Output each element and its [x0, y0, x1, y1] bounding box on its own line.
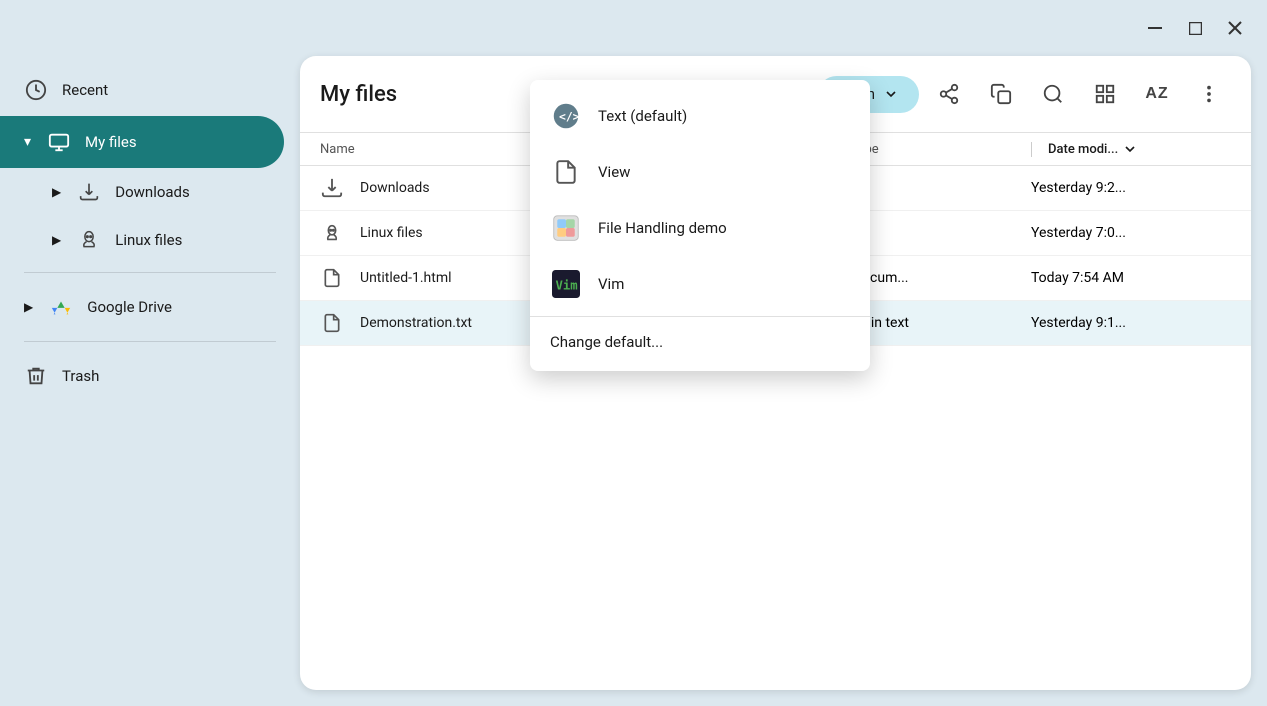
col-modified-label: Date modi... — [1031, 142, 1118, 157]
sidebar-divider-2 — [24, 341, 276, 342]
file-modified-downloads: Yesterday 9:2... — [1031, 180, 1231, 196]
dropdown-item-vim[interactable]: Vim Vim — [530, 256, 870, 312]
vim-icon: Vim — [550, 268, 582, 300]
sidebar-item-trash[interactable]: Trash — [0, 350, 284, 402]
file-modified-untitled: Today 7:54 AM — [1031, 270, 1231, 286]
sidebar-item-trash-label: Trash — [62, 367, 99, 385]
col-name-label: Name — [320, 142, 355, 157]
sidebar-item-my-files-label: My files — [85, 133, 137, 151]
linux-folder-icon — [320, 221, 344, 245]
change-default-label: Change default... — [550, 333, 663, 351]
minimize-button[interactable] — [1139, 12, 1171, 44]
app-icon — [550, 212, 582, 244]
dropdown-item-view[interactable]: View — [530, 144, 870, 200]
clock-icon — [24, 78, 48, 102]
svg-text:</>: </> — [559, 109, 580, 123]
file-name-downloads: Downloads — [360, 180, 430, 196]
sidebar-item-downloads-label: Downloads — [115, 183, 190, 201]
page-title: My files — [320, 82, 397, 107]
file-modified-linux: Yesterday 7:0... — [1031, 225, 1231, 241]
computer-icon — [47, 130, 71, 154]
dropdown-item-text-default-label: Text (default) — [598, 107, 687, 125]
search-button[interactable] — [1031, 72, 1075, 116]
chevron-down-icon: ▾ — [24, 134, 31, 150]
svg-text:Vim: Vim — [556, 278, 578, 292]
trash-icon — [24, 364, 48, 388]
dropdown-item-file-handling-label: File Handling demo — [598, 219, 727, 237]
dropdown-divider — [530, 316, 870, 317]
copy-button[interactable] — [979, 72, 1023, 116]
sidebar-divider-1 — [24, 272, 276, 273]
title-bar — [0, 0, 1267, 56]
sidebar-item-my-files[interactable]: ▾ My files — [0, 116, 284, 168]
html-file-icon — [320, 266, 344, 290]
chevron-right-icon: ▶ — [52, 185, 61, 199]
dropdown-item-text-default[interactable]: </> Text (default) — [530, 88, 870, 144]
open-dropdown-menu: </> Text (default) View File Handling de… — [530, 80, 870, 371]
chevron-right-icon2: ▶ — [52, 233, 61, 247]
sidebar-item-recent[interactable]: Recent — [0, 64, 284, 116]
col-header-modified[interactable]: Date modi... — [1031, 141, 1231, 157]
file-name-untitled: Untitled-1.html — [360, 270, 452, 286]
linux-icon — [77, 228, 101, 252]
txt-file-icon — [320, 311, 344, 335]
more-button[interactable] — [1187, 72, 1231, 116]
grid-button[interactable] — [1083, 72, 1127, 116]
file-type-untitled: ...ocum... — [851, 270, 1031, 286]
maximize-button[interactable] — [1179, 12, 1211, 44]
share-button[interactable] — [927, 72, 971, 116]
sidebar-item-downloads[interactable]: ▶ Downloads — [0, 168, 284, 216]
download-icon — [77, 180, 101, 204]
file-name-demonstration: Demonstration.txt — [360, 315, 472, 331]
chevron-right-icon3: ▶ — [24, 300, 33, 314]
sidebar: Recent ▾ My files ▶ Downl — [0, 56, 300, 706]
download-folder-icon — [320, 176, 344, 200]
dropdown-item-vim-label: Vim — [598, 275, 624, 293]
sidebar-item-drive-label: Google Drive — [87, 298, 172, 316]
file-name-linux: Linux files — [360, 225, 423, 241]
doc-icon — [550, 156, 582, 188]
close-button[interactable] — [1219, 12, 1251, 44]
col-header-type[interactable]: Type — [851, 142, 1031, 157]
change-default-option[interactable]: Change default... — [530, 321, 870, 363]
drive-icon — [49, 295, 73, 319]
dropdown-item-file-handling[interactable]: File Handling demo — [530, 200, 870, 256]
sidebar-item-recent-label: Recent — [62, 81, 108, 99]
sidebar-item-linux-files[interactable]: ▶ Linux files — [0, 216, 284, 264]
code-icon: </> — [550, 100, 582, 132]
sidebar-item-google-drive[interactable]: ▶ Google Drive — [0, 281, 284, 333]
dropdown-item-view-label: View — [598, 163, 630, 181]
file-modified-demonstration: Yesterday 9:1... — [1031, 315, 1231, 331]
sort-button[interactable]: AZ — [1135, 72, 1179, 116]
file-type-demonstration: Plain text — [851, 315, 1031, 331]
sidebar-item-linux-label: Linux files — [115, 231, 182, 249]
